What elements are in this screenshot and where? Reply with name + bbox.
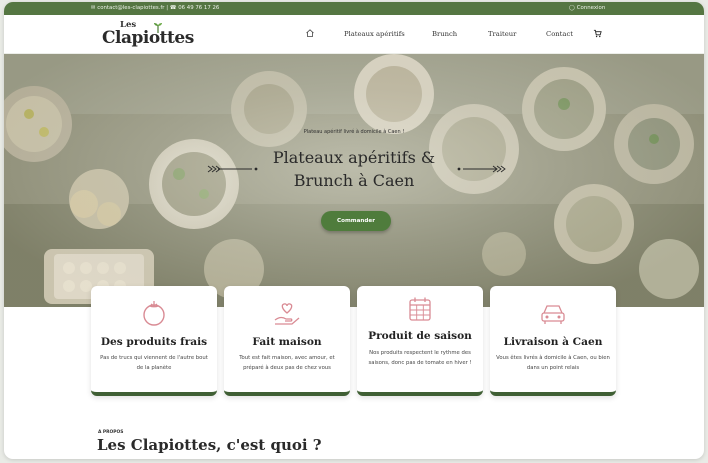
site-logo[interactable]: Les Clapiottes [102, 20, 194, 50]
hero-title: Plateaux apéritifs & Brunch à Caen [234, 146, 474, 192]
feature-card-fresh: Des produits frais Pas de trucs qui vien… [91, 286, 217, 396]
leaf-icon [154, 23, 162, 34]
cart-icon[interactable] [593, 29, 602, 38]
about-kicker: A PROPOS [98, 430, 124, 435]
feature-title: Des produits frais [100, 336, 208, 348]
about-title: Les Clapiottes, c'est quoi ? [97, 436, 322, 454]
car-icon [541, 305, 565, 324]
top-info-bar: ✉ contact@les-clapiottes.fr | ☎ 06 49 76… [4, 2, 704, 15]
nav-brunch[interactable]: Brunch [432, 30, 457, 38]
nav-plateaux-aperitifs[interactable]: Plateaux apéritifs [344, 30, 405, 38]
order-button[interactable]: Commander [321, 211, 391, 231]
hero-title-line1: Plateaux apéritifs & [272, 148, 436, 167]
browser-frame: ✉ contact@les-clapiottes.fr | ☎ 06 49 76… [4, 2, 704, 459]
feature-description: Vous êtes livrés à domicile à Caen, ou b… [496, 355, 610, 371]
login-link[interactable]: ◯ Connexion [569, 5, 605, 11]
calendar-icon [409, 297, 431, 321]
feature-description: Pas de trucs qui viennent de l'autre bou… [100, 355, 208, 371]
main-navbar: Les Clapiottes Plateaux apéritifs Brunch… [4, 15, 704, 54]
feature-title: Fait maison [252, 336, 322, 348]
feature-card-homemade: Fait maison Tout est fait maison, avec a… [224, 286, 350, 396]
logo-line2: Clapiottes [102, 28, 194, 48]
nav-contact[interactable]: Contact [546, 30, 573, 38]
heart-hand-icon [274, 303, 300, 325]
contact-info[interactable]: ✉ contact@les-clapiottes.fr | ☎ 06 49 76… [91, 5, 219, 11]
arrow-ornament-left-icon [207, 165, 258, 173]
feature-description: Tout est fait maison, avec amour, et pré… [239, 355, 335, 371]
feature-title: Produit de saison [368, 330, 472, 342]
nav-traiteur[interactable]: Traiteur [488, 30, 516, 38]
hero-title-line2: Brunch à Caen [293, 171, 415, 190]
arrow-ornament-right-icon [457, 165, 506, 173]
feature-card-delivery: Livraison à Caen Vous êtes livrés à domi… [490, 286, 616, 396]
feature-title: Livraison à Caen [503, 336, 603, 348]
feature-description: Nos produits respectent le rythme des sa… [368, 350, 472, 366]
hero-kicker: Plateau apéritif livré à domicile à Caen… [303, 129, 405, 135]
feature-card-seasonal: Produit de saison Nos produits respecten… [357, 286, 483, 396]
tomato-icon [143, 301, 165, 326]
hero-section: Plateau apéritif livré à domicile à Caen… [4, 54, 704, 307]
home-icon[interactable] [305, 28, 315, 38]
